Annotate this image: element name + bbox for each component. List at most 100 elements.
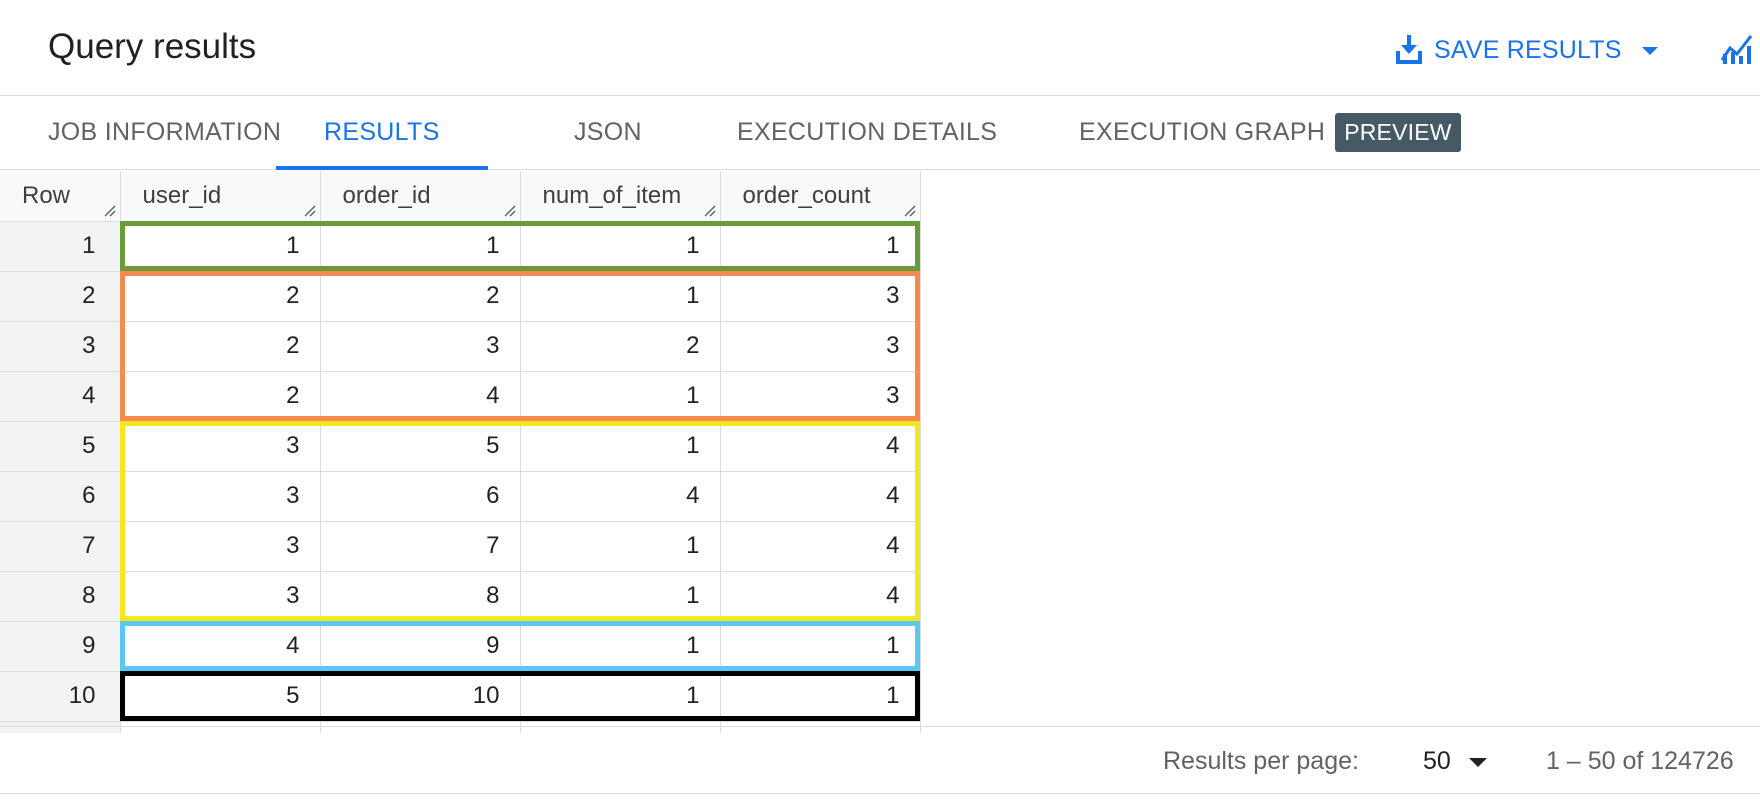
num-of-item-cell[interactable]: 1 [520, 671, 721, 722]
user-id-cell[interactable]: 3 [120, 421, 321, 472]
num-of-item-cell[interactable]: 1 [520, 371, 721, 422]
tab-execution-graph[interactable]: EXECUTION GRAPH PREVIEW [1079, 96, 1461, 169]
table-row: 32323 [0, 321, 921, 372]
order-id-cell[interactable]: 8 [320, 571, 521, 622]
chevron-down-icon [1468, 758, 1487, 767]
download-icon [1396, 35, 1422, 64]
user-id-cell[interactable]: 3 [120, 521, 321, 572]
table-row: 83814 [0, 571, 921, 622]
order-id-cell[interactable]: 10 [320, 671, 521, 722]
order-count-cell[interactable]: 4 [720, 521, 921, 572]
order-count-cell[interactable]: 4 [720, 571, 921, 622]
user-id-cell[interactable]: 2 [120, 371, 321, 422]
save-results-button[interactable]: SAVE RESULTS [1396, 29, 1658, 71]
page-title: Query results [48, 27, 257, 66]
column-header-label: Row [22, 181, 71, 209]
results-per-page-label: Results per page: [1163, 747, 1359, 775]
user-id-cell[interactable]: 4 [120, 621, 321, 672]
row-number-cell: 3 [0, 321, 121, 372]
num-of-item-cell[interactable]: 1 [520, 271, 721, 322]
order-count-cell[interactable]: 1 [720, 671, 921, 722]
tab-results[interactable]: RESULTS [276, 96, 488, 170]
save-results-label: SAVE RESULTS [1434, 35, 1622, 64]
tab-label: EXECUTION DETAILS [737, 118, 998, 146]
table-row: 63644 [0, 471, 921, 522]
user-id-cell[interactable]: 3 [120, 471, 321, 522]
column-header-label: order_count [742, 181, 871, 209]
user-id-cell[interactable]: 5 [120, 671, 321, 722]
user-id-cell[interactable]: 1 [120, 221, 321, 272]
results-per-page-value: 50 [1423, 747, 1451, 775]
tab-execution-details[interactable]: EXECUTION DETAILS [737, 96, 997, 169]
resize-handle-icon[interactable] [904, 205, 916, 217]
results-header: Query results SAVE RESULTS [0, 0, 1760, 96]
table-row: 94911 [0, 621, 921, 672]
preview-badge: PREVIEW [1335, 113, 1461, 152]
num-of-item-cell[interactable]: 1 [520, 571, 721, 622]
order-id-cell[interactable]: 6 [320, 471, 521, 522]
num-of-item-cell[interactable]: 4 [520, 471, 721, 522]
column-header-row[interactable]: Row [0, 171, 121, 222]
row-number-cell: 8 [0, 571, 121, 622]
order-id-cell[interactable]: 5 [320, 421, 521, 472]
column-header-label: num_of_item [542, 181, 682, 209]
column-header-order-count[interactable]: order_count [720, 171, 921, 222]
row-number-cell: 1 [0, 221, 121, 272]
order-count-cell[interactable]: 4 [720, 471, 921, 522]
row-number-cell: 7 [0, 521, 121, 572]
num-of-item-cell[interactable]: 1 [520, 221, 721, 272]
row-number-cell: 6 [0, 471, 121, 522]
header-row: Row user_id order_id num_of_item order_c… [0, 171, 921, 222]
row-number-cell: 10 [0, 671, 121, 722]
num-of-item-cell[interactable]: 1 [520, 521, 721, 572]
order-count-cell[interactable]: 4 [720, 421, 921, 472]
results-grid: Row user_id order_id num_of_item order_c… [0, 171, 921, 733]
tab-label: JSON [574, 118, 642, 146]
tab-label: JOB INFORMATION [48, 118, 282, 146]
order-id-cell[interactable]: 3 [320, 321, 521, 372]
order-count-cell[interactable]: 1 [720, 221, 921, 272]
column-header-label: user_id [142, 181, 222, 209]
user-id-cell[interactable]: 2 [120, 271, 321, 322]
tab-label: RESULTS [324, 118, 440, 146]
chevron-down-icon [1641, 47, 1658, 55]
resize-handle-icon[interactable] [704, 205, 716, 217]
explore-chart-icon[interactable] [1720, 32, 1754, 64]
order-id-cell[interactable]: 2 [320, 271, 521, 322]
resize-handle-icon[interactable] [104, 205, 116, 217]
order-id-cell[interactable]: 1 [320, 221, 521, 272]
table-row: 10 5 10 1 1 [0, 671, 921, 722]
results-tabs: JOB INFORMATION RESULTS JSON EXECUTION D… [0, 96, 1760, 170]
table-row: 73714 [0, 521, 921, 572]
row-number-cell: 5 [0, 421, 121, 472]
column-header-order-id[interactable]: order_id [320, 171, 521, 222]
table-row: 22213 [0, 271, 921, 322]
pagination-range: 1 – 50 of 124726 [1546, 747, 1734, 775]
column-header-label: order_id [342, 181, 431, 209]
order-count-cell[interactable]: 3 [720, 371, 921, 422]
results-per-page-select[interactable]: 50 [1423, 747, 1487, 776]
row-number-cell: 2 [0, 271, 121, 322]
resize-handle-icon[interactable] [304, 205, 316, 217]
row-number-cell: 9 [0, 621, 121, 672]
order-id-cell[interactable]: 9 [320, 621, 521, 672]
num-of-item-cell[interactable]: 2 [520, 321, 721, 372]
table-row: 11111 [0, 221, 921, 272]
column-header-num-of-item[interactable]: num_of_item [520, 171, 721, 222]
order-count-cell[interactable]: 3 [720, 271, 921, 322]
num-of-item-cell[interactable]: 1 [520, 421, 721, 472]
pagination-footer: Results per page: 50 1 – 50 of 124726 [0, 726, 1760, 794]
order-count-cell[interactable]: 1 [720, 621, 921, 672]
tab-label: EXECUTION GRAPH [1079, 118, 1326, 146]
resize-handle-icon[interactable] [504, 205, 516, 217]
num-of-item-cell[interactable]: 1 [520, 621, 721, 672]
order-id-cell[interactable]: 4 [320, 371, 521, 422]
tab-json[interactable]: JSON [574, 96, 642, 169]
user-id-cell[interactable]: 2 [120, 321, 321, 372]
table-row: 53514 [0, 421, 921, 472]
order-id-cell[interactable]: 7 [320, 521, 521, 572]
user-id-cell[interactable]: 3 [120, 571, 321, 622]
tab-job-information[interactable]: JOB INFORMATION [48, 96, 281, 169]
column-header-user-id[interactable]: user_id [120, 171, 321, 222]
order-count-cell[interactable]: 3 [720, 321, 921, 372]
